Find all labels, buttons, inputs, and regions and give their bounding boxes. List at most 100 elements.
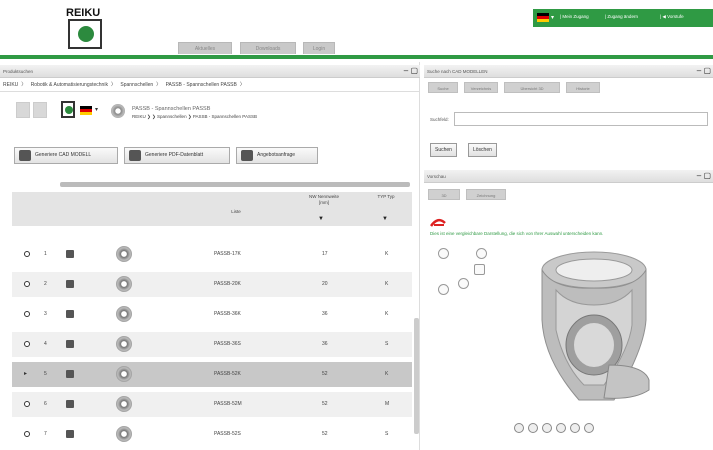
section-icon[interactable] — [570, 423, 580, 433]
breadcrumb: REIKU 〉 Robotik & Automatisierungstechnik… — [0, 78, 420, 92]
row-number: 1 — [44, 251, 47, 257]
row-radio[interactable] — [24, 251, 30, 257]
screenshot-icon[interactable] — [584, 423, 594, 433]
breadcrumb-sep: 〉 — [239, 82, 245, 88]
preview-title-text: Vorschau — [427, 174, 446, 179]
tab-verzeichnis[interactable]: Verzeichnis — [464, 82, 498, 93]
search-label: Suchfeld: — [430, 117, 449, 122]
pan-icon[interactable] — [542, 423, 552, 433]
panel-title-text: Produktsuchen — [3, 69, 34, 74]
row-radio[interactable] — [24, 431, 30, 437]
tab-aktuelles[interactable]: Aktuelles — [178, 42, 232, 54]
reiku-small-logo-icon[interactable] — [61, 101, 75, 118]
table-row[interactable]: 6 PASSB-52M 52 M — [12, 392, 412, 417]
vendor-logo-icon — [430, 218, 446, 227]
german-flag-icon[interactable] — [80, 106, 92, 115]
cad-model-preview[interactable] — [484, 250, 674, 420]
panel-window-buttons[interactable]: ‒ ▢ — [404, 67, 418, 75]
part-thumbnail-icon — [116, 306, 132, 322]
my-account-link[interactable]: | Mein Zugang — [560, 14, 589, 19]
typ-cell: S — [385, 341, 389, 347]
generate-cad-button[interactable]: Generiere CAD MODELL — [14, 147, 118, 164]
breadcrumb-sep: 〉 — [110, 82, 116, 88]
cad-download-icon[interactable] — [66, 370, 74, 378]
header-typ[interactable]: TYP Typ — [376, 194, 396, 200]
tab-login[interactable]: Login — [303, 42, 335, 54]
row-radio[interactable] — [24, 311, 30, 317]
table-row[interactable]: 1 PASSB-17K 17 K — [12, 242, 412, 267]
move-icon[interactable] — [438, 284, 449, 295]
typ-cell: K — [385, 251, 389, 257]
table-row[interactable]: 7 PASSB-52S 52 S — [12, 422, 412, 447]
change-access-link[interactable]: | Zugang ändern — [605, 14, 638, 19]
back-link[interactable]: | ◀ Vorstufe — [660, 14, 684, 20]
cad-download-icon[interactable] — [66, 280, 74, 288]
row-number: 4 — [44, 341, 47, 347]
nennweite-cell: 17 — [322, 251, 328, 257]
header-nennweite[interactable]: NW Nennweite [mm] — [306, 194, 342, 206]
product-thumbnail-icon — [111, 104, 125, 118]
table-row[interactable]: 2 PASSB-20K 20 K — [12, 272, 412, 297]
chevron-down-icon[interactable]: ▾ — [95, 106, 98, 113]
type-cell: PASSB-52K — [214, 371, 241, 377]
rotate-icon[interactable] — [514, 423, 524, 433]
breadcrumb-item[interactable]: Robotik & Automatisierungstechnik — [31, 82, 108, 88]
cad-download-icon[interactable] — [66, 340, 74, 348]
tab-preview-drawing[interactable]: Zeichnung — [466, 189, 506, 200]
table-row[interactable]: 3 PASSB-36K 36 K — [12, 302, 412, 327]
search-input[interactable] — [454, 112, 708, 126]
product-path: REIKU ❯ ❯ Spannschellen ❯ PASSB - Spanns… — [132, 114, 257, 119]
selected-row-icon[interactable]: ▸ — [24, 370, 30, 377]
row-number: 2 — [44, 281, 47, 287]
cad-download-icon[interactable] — [66, 250, 74, 258]
search-button[interactable]: Suchen — [430, 143, 457, 157]
cad-download-icon[interactable] — [66, 430, 74, 438]
tab-historie[interactable]: Historie — [566, 82, 600, 93]
product-title: PASSB - Spannschellen PASSB — [132, 106, 211, 112]
save-icon[interactable] — [16, 102, 30, 118]
row-number: 5 — [44, 371, 47, 377]
nennweite-cell: 36 — [322, 311, 328, 317]
logo-circle-icon — [78, 26, 94, 42]
tab-downloads[interactable]: Downloads — [240, 42, 296, 54]
row-number: 3 — [44, 311, 47, 317]
tab-suche[interactable]: Suche — [428, 82, 458, 93]
list-view-icon[interactable] — [438, 248, 449, 259]
row-radio[interactable] — [24, 401, 30, 407]
row-radio[interactable] — [24, 281, 30, 287]
generate-pdf-label: Generiere PDF-Datenblatt — [145, 152, 204, 158]
filter-icon[interactable]: ▼ — [382, 216, 388, 222]
header-type[interactable]: Liste — [216, 209, 256, 214]
fit-icon[interactable] — [556, 423, 566, 433]
breadcrumb-item[interactable]: Spannschellen — [120, 82, 153, 88]
preview-title: Vorschau ‒ ▢ — [424, 170, 713, 183]
quote-icon — [241, 150, 253, 161]
tab-uebersicht-3d[interactable]: Übersicht 3D — [504, 82, 560, 93]
filter-icon[interactable]: ▼ — [318, 216, 324, 222]
language-dropdown-icon[interactable]: ▾ — [551, 14, 554, 21]
generate-pdf-button[interactable]: Generiere PDF-Datenblatt — [124, 147, 230, 164]
typ-cell: K — [385, 371, 389, 377]
cad-download-icon[interactable] — [66, 310, 74, 318]
type-cell: PASSB-52S — [214, 431, 241, 437]
breadcrumb-item[interactable]: REIKU — [3, 82, 18, 88]
part-thumbnail-icon — [116, 426, 132, 442]
panel-window-buttons[interactable]: ‒ ▢ — [697, 67, 711, 75]
vr-glasses-icon[interactable] — [458, 278, 469, 289]
table-scrollbar[interactable] — [414, 318, 419, 434]
print-icon[interactable] — [33, 102, 47, 118]
row-number: 6 — [44, 401, 47, 407]
preview-window-buttons[interactable]: ‒ ▢ — [697, 172, 711, 180]
table-row[interactable]: ▸ 5 PASSB-52K 52 K — [12, 362, 412, 387]
tab-preview-3d[interactable]: 3D — [428, 189, 460, 200]
clear-button[interactable]: Löschen — [468, 143, 497, 157]
reiku-logo[interactable]: REIKU — [60, 5, 112, 51]
cad-download-icon[interactable] — [66, 400, 74, 408]
table-row[interactable]: 4 PASSB-36S 36 S — [12, 332, 412, 357]
breadcrumb-sep: 〉 — [21, 82, 27, 88]
zoom-icon[interactable] — [528, 423, 538, 433]
german-flag-icon[interactable] — [537, 13, 549, 22]
breadcrumb-item[interactable]: PASSB - Spannschellen PASSB — [166, 82, 237, 88]
row-radio[interactable] — [24, 341, 30, 347]
quote-request-button[interactable]: Angebotsanfrage — [236, 147, 318, 164]
